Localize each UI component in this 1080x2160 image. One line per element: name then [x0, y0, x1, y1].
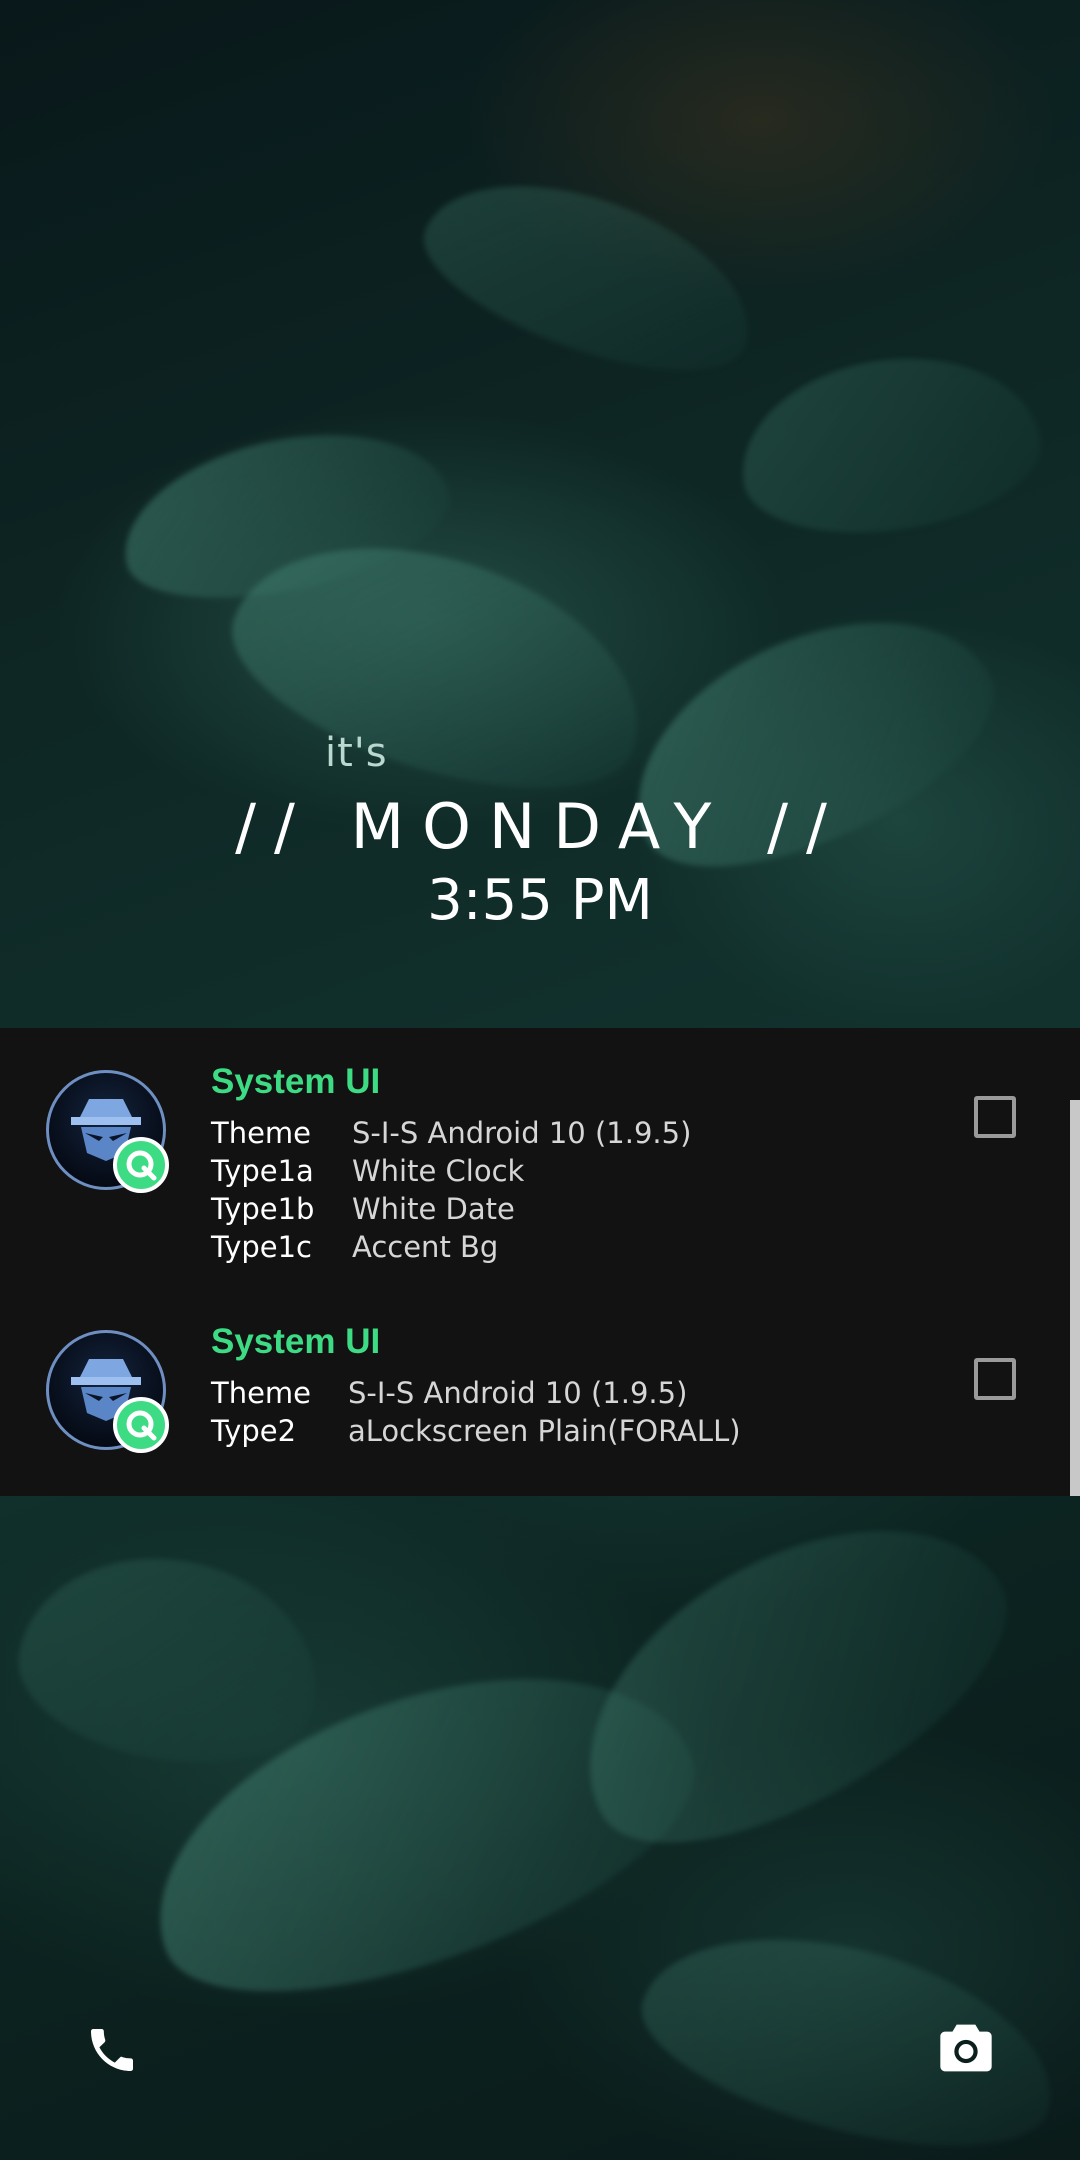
its-label: it's	[325, 730, 388, 776]
notification-row: Type1c Accent Bg	[211, 1230, 498, 1264]
app-avatar	[46, 1070, 169, 1193]
wallpaper-leaf	[404, 146, 776, 404]
notification-row: Theme S-I-S Android 10 (1.9.5)	[211, 1376, 687, 1410]
row-key: Type1a	[211, 1154, 314, 1188]
notification-checkbox[interactable]	[974, 1096, 1016, 1138]
row-value: aLockscreen Plain(FORALL)	[348, 1414, 741, 1448]
day-label: // MONDAY //	[235, 790, 845, 863]
wallpaper-leaf	[623, 1898, 1077, 2160]
notification-card[interactable]: System UI Theme S-I-S Android 10 (1.9.5)…	[0, 1028, 1070, 1288]
notification-scrollbar[interactable]	[1070, 1100, 1080, 1496]
notification-app-name: System UI	[211, 1062, 381, 1101]
app-avatar	[46, 1330, 169, 1453]
camera-icon[interactable]	[938, 2022, 994, 2074]
row-value: White Date	[352, 1192, 515, 1226]
row-value: White Clock	[352, 1154, 525, 1188]
android-q-badge-icon	[113, 1137, 169, 1193]
notification-row: Type2 aLockscreen Plain(FORALL)	[211, 1414, 741, 1448]
notification-card[interactable]: System UI Theme S-I-S Android 10 (1.9.5)…	[0, 1288, 1070, 1496]
android-q-badge-icon	[113, 1397, 169, 1453]
notification-checkbox[interactable]	[974, 1358, 1016, 1400]
notification-panel[interactable]: System UI Theme S-I-S Android 10 (1.9.5)…	[0, 1028, 1080, 1496]
row-key: Theme	[211, 1116, 312, 1150]
phone-icon[interactable]	[84, 2022, 140, 2078]
notification-app-name: System UI	[211, 1322, 381, 1361]
wallpaper-leaf	[729, 339, 1051, 551]
notification-row: Type1b White Date	[211, 1192, 515, 1226]
row-value: S-I-S Android 10 (1.9.5)	[348, 1376, 688, 1410]
lockscreen: it's // MONDAY // 3:55 PM System UI Them…	[0, 0, 1080, 2160]
wallpaper-leaf	[4, 1535, 336, 1785]
notification-row: Theme S-I-S Android 10 (1.9.5)	[211, 1116, 691, 1150]
notification-row: Type1a White Clock	[211, 1154, 524, 1188]
row-key: Theme	[211, 1376, 312, 1410]
row-value: S-I-S Android 10 (1.9.5)	[352, 1116, 692, 1150]
row-key: Type1c	[211, 1230, 313, 1264]
time-label: 3:55 PM	[427, 868, 653, 933]
row-key: Type1b	[211, 1192, 315, 1226]
row-value: Accent Bg	[352, 1230, 499, 1264]
row-key: Type2	[211, 1414, 297, 1448]
